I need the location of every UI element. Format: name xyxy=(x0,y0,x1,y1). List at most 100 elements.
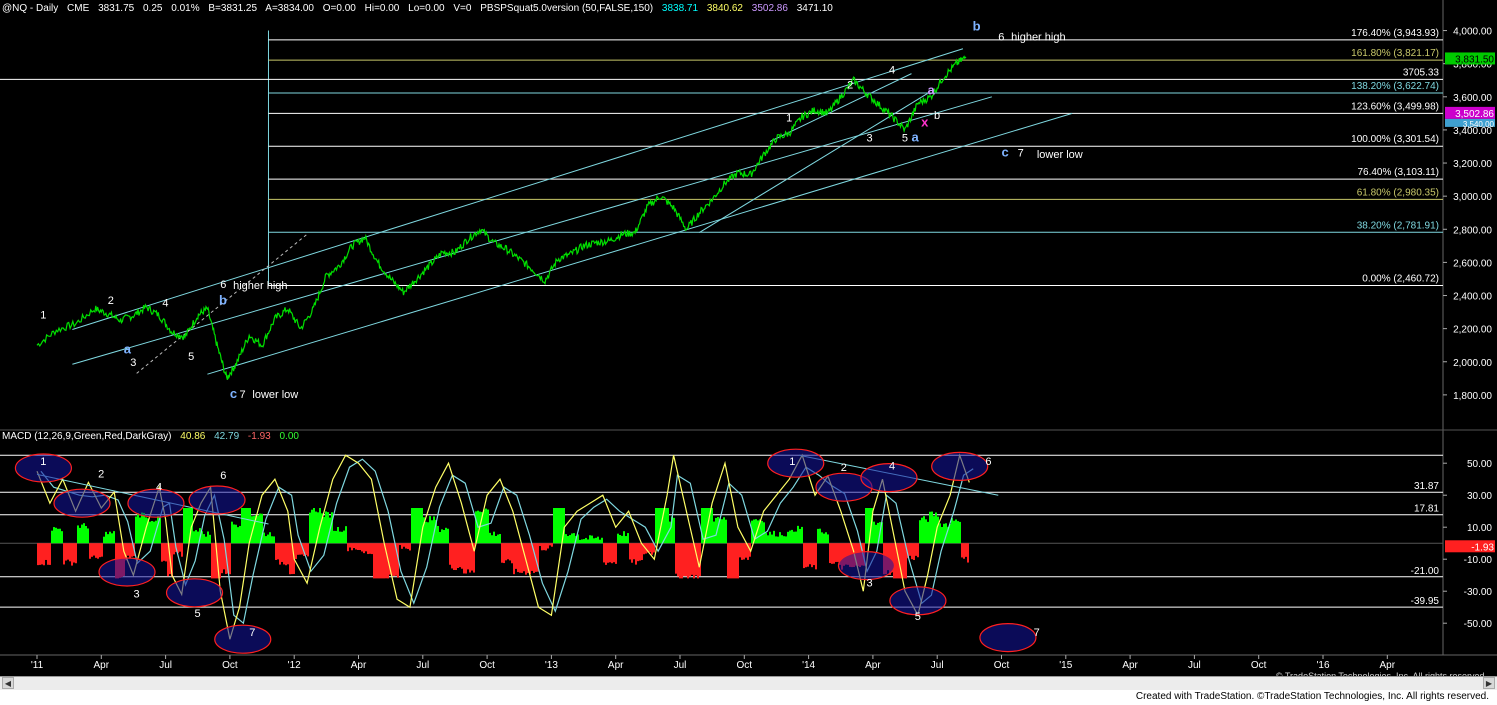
macd-histogram-bar xyxy=(315,511,317,544)
macd-histogram-bar xyxy=(833,543,835,564)
macd-histogram-bar xyxy=(505,543,507,561)
macd-histogram-bar xyxy=(285,543,287,566)
macd-histogram-bar xyxy=(955,519,957,544)
macd-histogram-bar xyxy=(323,516,325,544)
macd-histogram-bar xyxy=(413,508,415,544)
macd-histogram-bar xyxy=(617,533,619,544)
macd-histogram-bar xyxy=(581,539,583,544)
macd-histogram-bar xyxy=(355,543,357,550)
macd-wave-label: 6 xyxy=(220,470,226,482)
macd-histogram-bar xyxy=(961,543,963,558)
macd-histogram-bar xyxy=(71,543,73,566)
macd-histogram-bar xyxy=(837,543,839,562)
macd-histogram-bar xyxy=(925,519,927,544)
macd-histogram-bar xyxy=(467,543,469,570)
macd-histogram-bar xyxy=(797,525,799,544)
macd-histogram-bar xyxy=(99,543,101,558)
macd-histogram-bar xyxy=(163,543,165,561)
macd-level-label: -21.00 xyxy=(1411,566,1440,577)
macd-histogram-bar xyxy=(349,543,351,548)
study-name[interactable]: PBSPSquat5.0version (50,FALSE,150) xyxy=(480,3,653,14)
macd-histogram-bar xyxy=(931,511,933,544)
price-chart[interactable]: 176.40% (3,943.93) 161.80% (3,821.17) 3705… xyxy=(0,0,1497,705)
macd-value: 40.86 xyxy=(180,431,206,442)
macd-wave-label: 2 xyxy=(841,462,847,474)
study-value-1: 3838.71 xyxy=(661,3,699,14)
horizontal-scrollbar[interactable]: ◀ ▶ xyxy=(0,676,1497,690)
macd-histogram-bar xyxy=(619,534,621,544)
macd-histogram-bar xyxy=(963,543,965,559)
last-price-tag-label: 3,831.50 xyxy=(1455,54,1494,65)
time-tick-label: Apr xyxy=(1380,660,1396,671)
macd-histogram-bar xyxy=(803,543,805,569)
macd-wave-label: 4 xyxy=(156,481,162,493)
macd-histogram-bar xyxy=(269,532,271,544)
macd-histogram-bar xyxy=(437,526,439,544)
high: Hi=0.00 xyxy=(364,3,400,14)
macd-histogram-bar xyxy=(325,511,327,544)
macd-histogram-bar xyxy=(501,543,503,563)
macd-histogram-bar xyxy=(73,543,75,563)
fib-level-label: 100.00% (3,301.54) xyxy=(1351,134,1439,145)
macd-histogram-bar xyxy=(313,508,315,544)
macd-histogram-bar xyxy=(555,508,557,544)
macd-highlight-ellipse xyxy=(98,557,156,587)
macd-histogram-bar xyxy=(529,543,531,575)
macd-histogram-bar xyxy=(545,543,547,551)
macd-histogram-bar xyxy=(461,543,463,569)
macd-histogram-bar xyxy=(359,543,361,551)
macd-histogram-bar xyxy=(185,508,187,544)
macd-histogram-bar xyxy=(469,543,471,573)
macd-histogram-bar xyxy=(79,527,81,544)
wave-label: 4 xyxy=(162,297,168,309)
macd-histogram-bar xyxy=(235,524,237,544)
fib-level-label: 176.40% (3,943.93) xyxy=(1351,28,1439,39)
macd-histogram-bar xyxy=(623,531,625,544)
time-tick-label: Jul xyxy=(159,660,172,671)
macd-histogram-bar xyxy=(231,521,233,544)
macd-histogram-bar xyxy=(343,530,345,544)
macd-histogram-bar xyxy=(655,508,657,544)
time-tick-label: Oct xyxy=(222,660,238,671)
study-value-2: 3840.62 xyxy=(706,3,743,14)
macd-histogram-bar xyxy=(737,543,739,579)
macd-histogram-bar xyxy=(611,543,613,564)
macd-histogram-bar xyxy=(345,526,347,544)
macd-histogram-bar xyxy=(401,543,403,549)
macd-histogram-bar xyxy=(129,543,131,559)
macd-histogram-bar xyxy=(305,543,307,555)
macd-histogram-bar xyxy=(517,543,519,573)
macd-histogram-bar xyxy=(233,524,235,544)
ask: A=3834.00 xyxy=(265,3,314,14)
macd-histogram-bar xyxy=(463,543,465,574)
scroll-right-button[interactable]: ▶ xyxy=(1483,677,1495,689)
macd-histogram-bar xyxy=(149,521,151,544)
macd-header: MACD (12,26,9,Green,Red,DarkGray) 40.86 … xyxy=(2,431,305,442)
macd-histogram-bar xyxy=(209,534,211,544)
macd-histogram-bar xyxy=(867,508,869,544)
wave-label: higher high xyxy=(1011,31,1065,43)
wave-label: b xyxy=(219,293,227,308)
price-tick-label: 3,200.00 xyxy=(1453,159,1492,170)
macd-histogram-bar xyxy=(41,543,43,565)
macd-histogram-bar xyxy=(775,536,777,544)
macd-tick-label: -10.00 xyxy=(1464,555,1493,566)
macd-histogram-bar xyxy=(691,543,693,575)
macd-histogram-bar xyxy=(221,543,223,574)
scroll-left-button[interactable]: ◀ xyxy=(2,677,14,689)
macd-histogram-bar xyxy=(599,539,601,544)
macd-histogram-bar xyxy=(357,543,359,550)
symbol-label[interactable]: @NQ - Daily xyxy=(2,3,58,14)
macd-histogram-bar xyxy=(273,536,275,544)
time-tick-label: '13 xyxy=(545,660,558,671)
macd-label[interactable]: MACD (12,26,9,Green,Red,DarkGray) xyxy=(2,431,172,442)
macd-histogram-bar xyxy=(309,512,311,544)
wave-label: 2 xyxy=(108,295,114,307)
macd-histogram-bar xyxy=(347,543,349,552)
macd-histogram-bar xyxy=(817,528,819,544)
wave-label: 7 xyxy=(240,389,246,401)
macd-histogram-bar xyxy=(721,519,723,544)
macd-histogram-bar xyxy=(789,530,791,544)
wave-label: 3 xyxy=(130,357,136,369)
macd-histogram-bar xyxy=(341,531,343,544)
